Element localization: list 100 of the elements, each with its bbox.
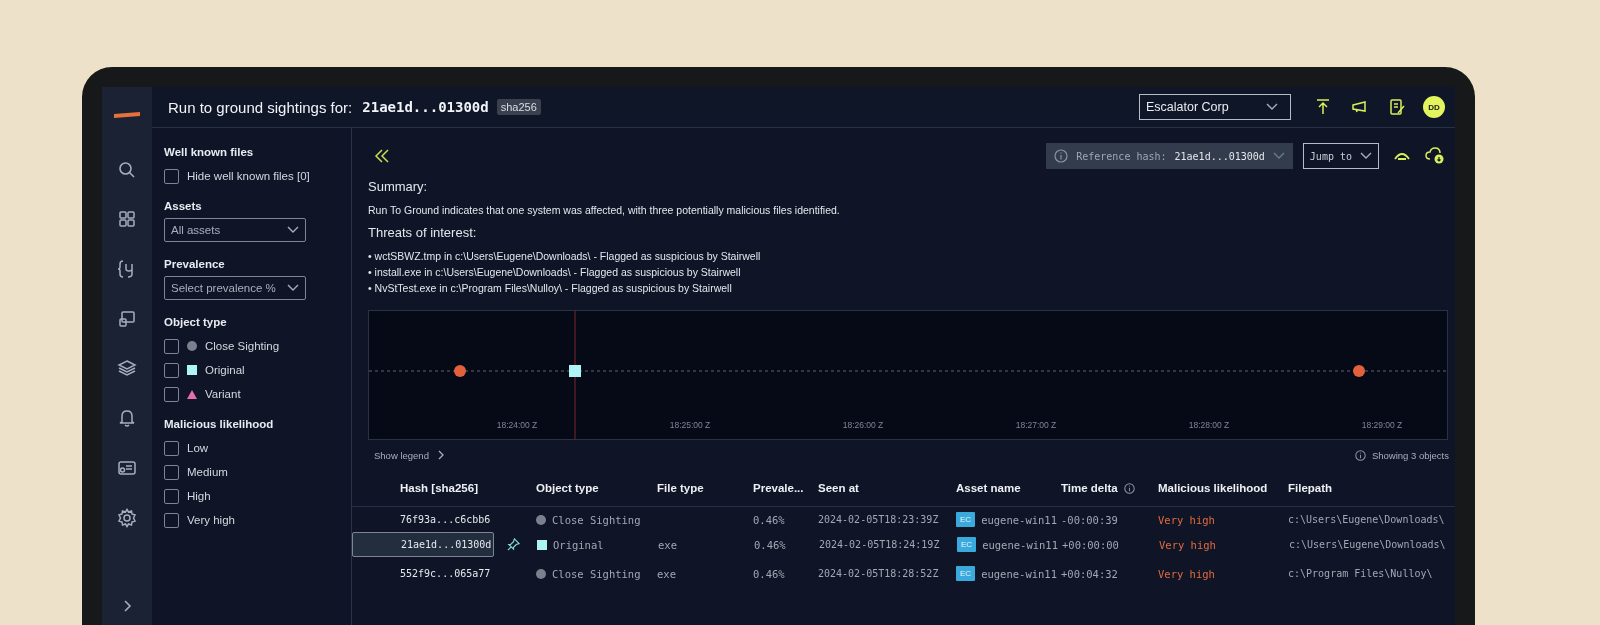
column-header[interactable]: File type xyxy=(657,482,704,494)
checkbox[interactable] xyxy=(164,338,179,354)
checkbox-label: Close Sighting xyxy=(205,340,280,352)
user-avatar[interactable]: DD xyxy=(1423,96,1445,118)
time-label: 18:26:00 Z xyxy=(842,420,884,430)
filepath-cell: c:\Program Files\Nulloy\ xyxy=(1288,568,1433,579)
section-heading: Object type xyxy=(164,316,228,328)
checkbox[interactable] xyxy=(164,488,179,504)
chevron-down-icon xyxy=(287,226,299,234)
seen-at-cell: 2024-02-05T18:24:19Z xyxy=(819,539,940,550)
sighting-point[interactable] xyxy=(454,365,466,377)
column-header[interactable]: Filepath xyxy=(1288,482,1333,494)
chevron-down-icon xyxy=(1272,152,1285,160)
threat-item: • NvStTest.exe in c:\Program Files\Nulloy\ - Flagged as suspicious by Stairwell xyxy=(368,282,733,294)
info-icon xyxy=(1354,449,1366,461)
time-delta-cell: -00:00:39 xyxy=(1061,513,1118,526)
column-header[interactable]: Seen at xyxy=(818,482,859,494)
section-heading: Assets xyxy=(164,200,203,212)
checkbox[interactable] xyxy=(164,386,179,402)
time-label: 18:28:00 Z xyxy=(1188,420,1230,430)
hash-cell: 76f93a...c6cbb6 xyxy=(400,514,491,525)
checkbox-label: Variant xyxy=(205,388,241,400)
checkbox-label: Hide well known files [0] xyxy=(187,170,310,182)
chevron-down-icon xyxy=(287,284,299,292)
upload-icon[interactable] xyxy=(1315,98,1331,116)
time-label: 18:29:00 Z xyxy=(1361,420,1403,430)
pin-icon[interactable] xyxy=(507,538,521,551)
layers-icon[interactable] xyxy=(117,359,137,377)
checkbox[interactable] xyxy=(164,440,179,456)
likelihood-cell: Very high xyxy=(1158,513,1215,526)
show-legend-link[interactable]: Show legend xyxy=(368,449,444,461)
checkbox[interactable] xyxy=(164,168,179,184)
likelihood-cell: Very high xyxy=(1158,567,1215,580)
page-title: Run to ground sightings for: xyxy=(168,98,353,116)
checkbox-label: Original xyxy=(205,364,245,376)
summary-heading: Summary: xyxy=(368,179,429,194)
column-header[interactable]: Object type xyxy=(536,482,599,494)
file-type-cell: exe xyxy=(658,538,677,551)
prevalence-cell: 0.46% xyxy=(753,513,785,526)
asset-name-cell: eugene-win11 xyxy=(981,513,1057,526)
asset-name-cell: eugene-win11 xyxy=(982,538,1058,551)
search-icon[interactable] xyxy=(118,161,136,179)
likelihood-cell: Very high xyxy=(1159,538,1216,551)
checkbox-label: High xyxy=(187,490,211,502)
monitor-icon[interactable] xyxy=(118,310,136,328)
grid-icon[interactable] xyxy=(118,210,136,228)
chevron-down-icon xyxy=(1360,152,1372,160)
chevron-down-icon xyxy=(1266,103,1278,111)
sighting-point[interactable] xyxy=(1353,365,1365,377)
checkbox[interactable] xyxy=(164,362,179,378)
checkbox[interactable] xyxy=(164,464,179,480)
object-type-cell: Original xyxy=(553,538,604,551)
reference-hash-dropdown[interactable]: Reference hash: 21ae1d...01300d xyxy=(1046,143,1293,169)
table-row[interactable]: 76f93a...c6cbb6 Close Sighting 0.46% 2024-02-05T18:23:39Z EC eugene-win11 -00:00:39 Very high c:\Users\Eugene\Downloads\ xyxy=(352,507,1455,532)
column-header[interactable]: Prevale... xyxy=(753,482,804,494)
double-chevron-left-icon[interactable] xyxy=(374,149,390,163)
hash-cell: 552f9c...065a77 xyxy=(400,568,491,579)
column-header[interactable]: Asset name xyxy=(956,482,1021,494)
column-header[interactable]: Hash [sha256] xyxy=(400,482,478,494)
object-type-cell: Close Sighting xyxy=(552,567,641,580)
seen-at-cell: 2024-02-05T18:28:52Z xyxy=(818,568,939,579)
card-icon[interactable] xyxy=(117,459,137,477)
circle-icon xyxy=(536,568,546,579)
threat-item: • wctSBWZ.tmp in c:\Users\Eugene\Downloads\ - Flagged as suspicious by Stairwell xyxy=(368,250,762,262)
info-icon xyxy=(1054,149,1069,163)
asset-badge: EC xyxy=(956,512,976,527)
section-heading: Malicious likelihood xyxy=(164,418,275,430)
asset-badge: EC xyxy=(957,537,977,552)
bell-icon[interactable] xyxy=(118,408,136,428)
cloud-download-icon[interactable] xyxy=(1425,147,1445,165)
time-label: 18:24:00 Z xyxy=(496,420,538,430)
column-header[interactable]: Malicious likelihood xyxy=(1158,482,1268,494)
object-count: Showing 3 objects xyxy=(1371,449,1449,461)
filepath-cell: c:\Users\Eugene\Downloads\ xyxy=(1288,514,1445,525)
object-type-cell: Close Sighting xyxy=(552,513,641,526)
hash-value: 21ae1d...01300d xyxy=(362,99,489,115)
hash-type-tag: sha256 xyxy=(496,99,541,115)
column-header[interactable]: Time delta xyxy=(1061,482,1118,494)
asset-badge: EC xyxy=(956,566,976,581)
threat-item: • install.exe in c:\Users\Eugene\Downloads\ - Flagged as suspicious by Stairwell xyxy=(368,266,742,278)
threats-heading: Threats of interest: xyxy=(368,225,478,240)
prevalence-cell: 0.46% xyxy=(753,567,785,580)
section-heading: Prevalence xyxy=(164,258,226,270)
table-row[interactable]: 552f9c...065a77 Close Sighting exe 0.46% 2024-02-05T18:28:52Z EC eugene-win11 +00:04:32 Very high c:\Program Files\Nulloy\ xyxy=(352,561,1455,586)
organization-dropdown[interactable]: Escalator Corp xyxy=(1139,94,1291,120)
notes-icon[interactable] xyxy=(1389,98,1405,116)
jump-to-dropdown[interactable]: Jump to xyxy=(1302,143,1379,169)
gear-icon[interactable] xyxy=(117,508,137,528)
arc-icon[interactable] xyxy=(1393,150,1411,162)
assets-dropdown[interactable]: All assets xyxy=(164,218,306,242)
hash-cell: 21ae1d...01300d xyxy=(401,539,492,550)
chevron-right-icon[interactable] xyxy=(122,599,132,613)
seen-at-cell: 2024-02-05T18:23:39Z xyxy=(818,514,939,525)
time-label: 18:27:00 Z xyxy=(1015,420,1057,430)
megaphone-icon[interactable] xyxy=(1351,99,1369,115)
circle-icon xyxy=(536,514,546,525)
checkbox-label: Medium xyxy=(187,466,228,478)
checkbox[interactable] xyxy=(164,512,179,528)
prevalence-dropdown[interactable]: Select prevalence % xyxy=(164,276,306,300)
file-type-cell: exe xyxy=(657,567,676,580)
